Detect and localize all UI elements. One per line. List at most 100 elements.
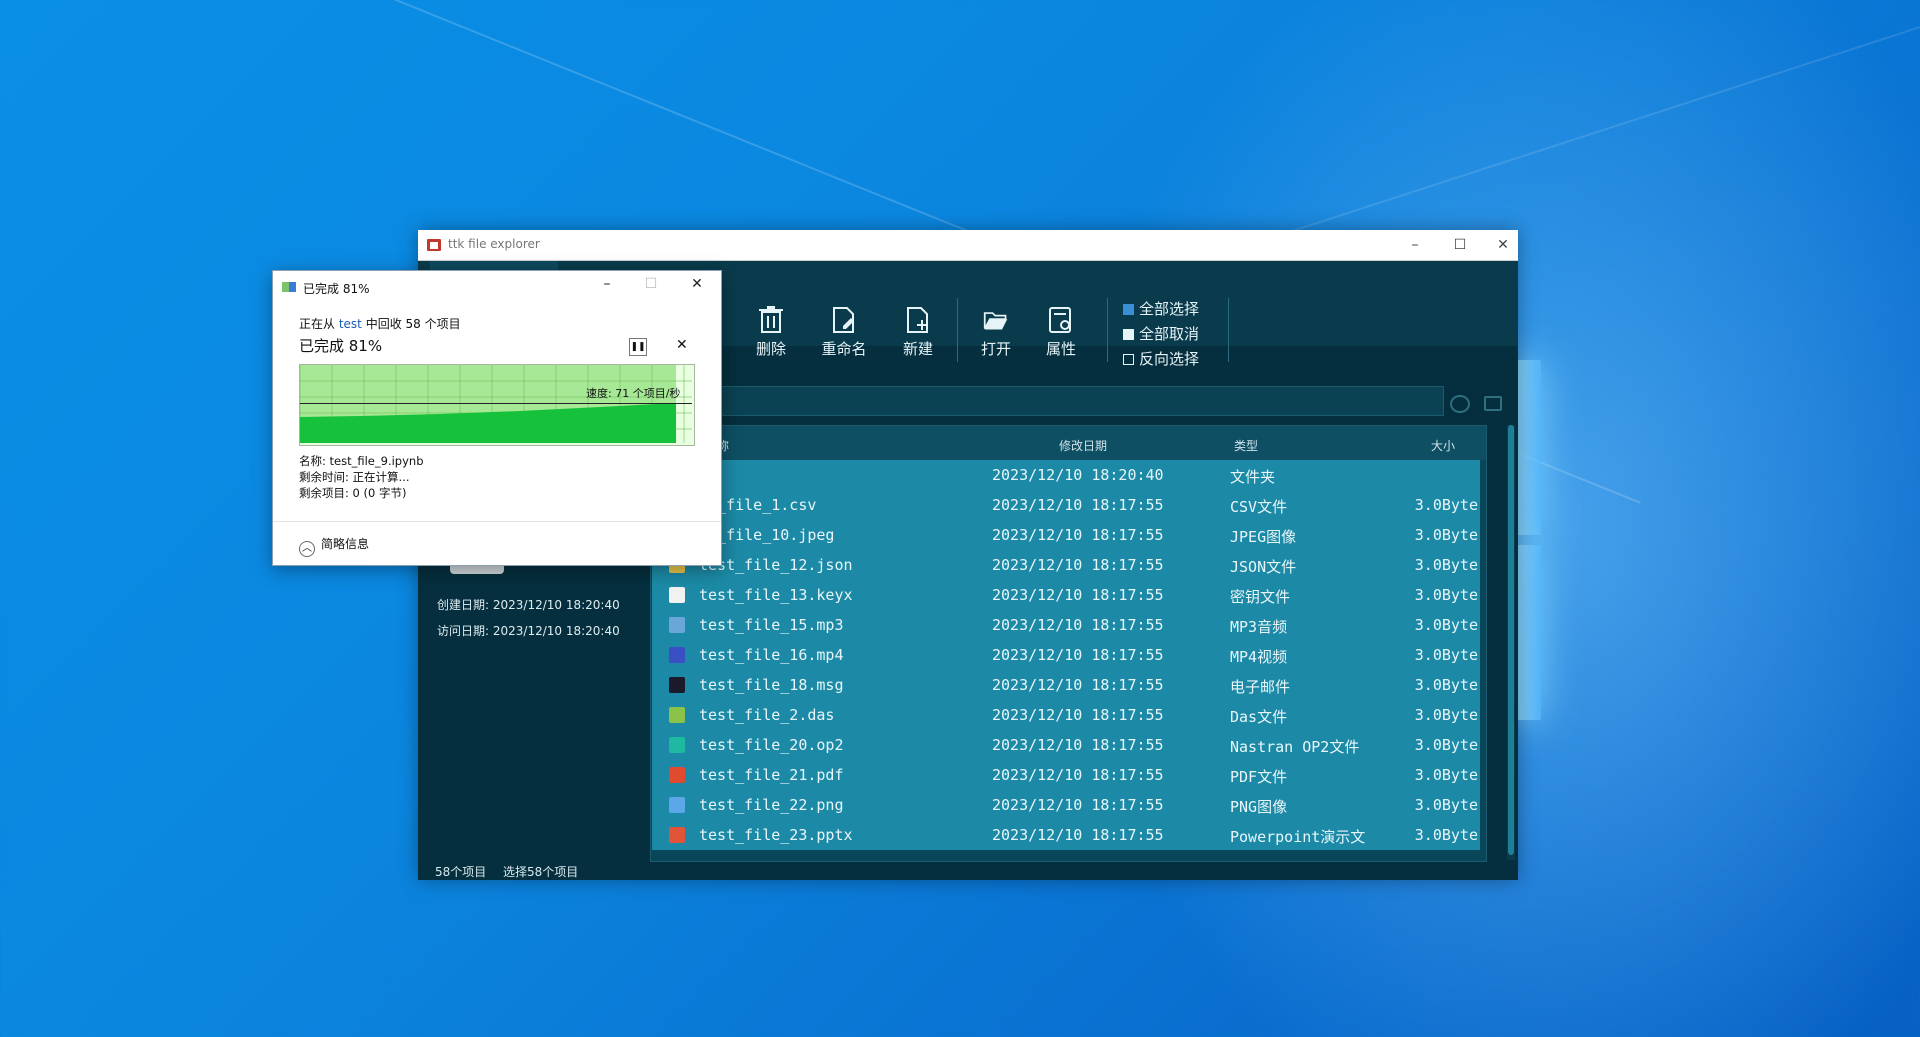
file-type: Nastran OP2文件	[1230, 738, 1360, 756]
column-modified[interactable]: 修改日期	[1059, 437, 1107, 454]
file-type: Powerpoint演示文	[1230, 828, 1366, 846]
table-row[interactable]: test_file_12.json 2023/12/10 18:17:55 JSON…	[652, 550, 1480, 580]
file-name: test_file_15.mp3	[699, 616, 844, 634]
toolbar-divider	[1107, 298, 1108, 362]
file-type: PNG图像	[1230, 798, 1288, 816]
item-count: 58个项目	[435, 865, 487, 879]
less-details-button[interactable]: ︿ 简略信息	[299, 535, 369, 557]
file-modified: 2023/12/10 18:17:55	[992, 796, 1164, 814]
file-modified: 2023/12/10 18:17:55	[992, 526, 1164, 544]
select-all-button[interactable]: 全部选择	[1123, 298, 1199, 318]
file-type: MP4视频	[1230, 648, 1288, 666]
dialog-titlebar[interactable]: 已完成 81% – ☐ ✕	[273, 271, 721, 301]
das-file-icon	[669, 707, 685, 723]
path-input[interactable]	[718, 386, 1444, 416]
app-icon	[427, 239, 441, 251]
items-remaining: 剩余项目: 0 (0 字节)	[299, 486, 407, 500]
table-row[interactable]: test_file_16.mp4 2023/12/10 18:17:55 MP4视频…	[652, 640, 1480, 670]
file-name: test_file_12.json	[699, 556, 853, 574]
pause-button[interactable]: ❚❚	[629, 338, 647, 356]
file-name: test_file_13.keyx	[699, 586, 853, 604]
file-name: test_file_20.op2	[699, 736, 844, 754]
file-name: test_file_22.png	[699, 796, 844, 814]
open-folder-icon	[983, 312, 1008, 330]
file-size: 3.0Byte	[1414, 766, 1478, 784]
file-size: 3.0Byte	[1414, 496, 1478, 514]
speed-label: 速度: 71 个项目/秒	[586, 387, 681, 400]
progress-speed-graph: 速度: 71 个项目/秒	[299, 364, 695, 446]
wallpaper-light-beam	[1200, 0, 1920, 262]
table-row[interactable]: test_file_18.msg 2023/12/10 18:17:55 电子邮件 3…	[652, 670, 1480, 700]
file-size: 3.0Byte	[1414, 586, 1478, 604]
dialog-minimize-button[interactable]: –	[587, 276, 627, 298]
file-size: 3.0Byte	[1414, 676, 1478, 694]
cancel-operation-icon[interactable]: ✕	[676, 337, 688, 353]
column-size[interactable]: 大小	[1431, 437, 1455, 454]
current-file-name: 名称: test_file_9.ipynb	[299, 454, 424, 468]
file-type: MP3音频	[1230, 618, 1288, 636]
rename-button[interactable]: 重命名	[814, 298, 874, 358]
table-row[interactable]: test_file_15.mp3 2023/12/10 18:17:55 MP3音频…	[652, 610, 1480, 640]
toolbar-divider	[1228, 298, 1229, 362]
file-modified: 2023/12/10 18:17:55	[992, 766, 1164, 784]
refresh-icon[interactable]	[1450, 395, 1470, 413]
toolbar-divider	[957, 298, 958, 362]
new-button[interactable]: 新建	[888, 298, 948, 358]
table-row[interactable]: st_file_1.csv 2023/12/10 18:17:55 CSV文件 3.0…	[652, 490, 1480, 520]
open-button[interactable]: 打开	[966, 298, 1026, 358]
minimize-button[interactable]: –	[1398, 234, 1432, 256]
scrollbar-thumb[interactable]	[1508, 425, 1514, 855]
file-type: 电子邮件	[1230, 678, 1291, 696]
file-name: test_file_2.das	[699, 706, 835, 724]
file-modified: 2023/12/10 18:17:55	[992, 556, 1164, 574]
progress-heading: 已完成 81%	[299, 337, 383, 355]
file-modified: 2023/12/10 18:17:55	[992, 496, 1164, 514]
dialog-close-button[interactable]: ✕	[677, 276, 717, 298]
file-size: 3.0Byte	[1414, 616, 1478, 634]
file-modified: 2023/12/10 18:17:55	[992, 616, 1164, 634]
invert-selection-button[interactable]: 反向选择	[1123, 348, 1199, 368]
table-row[interactable]: test_file_23.pptx 2023/12/10 18:17:55 Powe…	[652, 820, 1480, 850]
invert-selection-icon	[1123, 354, 1134, 365]
deselect-all-button[interactable]: 全部取消	[1123, 323, 1199, 343]
table-row[interactable]: test_file_13.keyx 2023/12/10 18:17:55 密钥文件…	[652, 580, 1480, 610]
explorer-titlebar[interactable]: ttk file explorer – ☐ ✕	[418, 230, 1518, 261]
pptx-file-icon	[669, 827, 685, 843]
close-button[interactable]: ✕	[1486, 234, 1520, 256]
properties-label: 属性	[1045, 340, 1076, 358]
file-size: 3.0Byte	[1414, 796, 1478, 814]
folder-browse-icon[interactable]	[1484, 396, 1502, 411]
new-label: 新建	[902, 340, 933, 358]
file-list: 称 修改日期 类型 大小 st2023/12/10 18:20:40文件夹st_…	[650, 425, 1487, 862]
file-type: CSV文件	[1230, 498, 1288, 516]
delete-button[interactable]: 删除	[741, 298, 801, 358]
vertical-scrollbar[interactable]	[1507, 425, 1515, 860]
properties-icon	[1049, 307, 1071, 333]
table-row[interactable]: st2023/12/10 18:20:40文件夹	[652, 460, 1480, 490]
table-row[interactable]: test_file_20.op2 2023/12/10 18:17:55 Nastr…	[652, 730, 1480, 760]
file-size: 3.0Byte	[1414, 706, 1478, 724]
file-size: 3.0Byte	[1414, 526, 1478, 544]
properties-button[interactable]: 属性	[1031, 298, 1091, 358]
video-file-icon	[669, 647, 685, 663]
file-type: Das文件	[1230, 708, 1288, 726]
new-file-icon	[907, 307, 928, 333]
file-modified: 2023/12/10 18:17:55	[992, 736, 1164, 754]
maximize-button[interactable]: ☐	[1443, 234, 1477, 256]
chevron-up-icon: ︿	[299, 541, 315, 557]
dialog-maximize-button: ☐	[644, 276, 658, 292]
deselect-all-icon	[1123, 329, 1134, 340]
selected-count: 选择58个项目	[503, 865, 579, 879]
trash-icon	[759, 306, 783, 333]
png-file-icon	[669, 797, 685, 813]
file-name: test_file_23.pptx	[699, 826, 853, 844]
file-size: 3.0Byte	[1414, 556, 1478, 574]
table-row[interactable]: st_file_10.jpeg 2023/12/10 18:17:55 JPEG图像…	[652, 520, 1480, 550]
rename-label: 重命名	[821, 340, 867, 358]
source-folder-link[interactable]: test	[339, 317, 362, 331]
column-type[interactable]: 类型	[1234, 437, 1258, 454]
table-row[interactable]: test_file_21.pdf 2023/12/10 18:17:55 PDF文件…	[652, 760, 1480, 790]
table-row[interactable]: test_file_22.png 2023/12/10 18:17:55 PNG图像…	[652, 790, 1480, 820]
table-row[interactable]: test_file_2.das 2023/12/10 18:17:55 Das文件 3…	[652, 700, 1480, 730]
edit-file-icon	[833, 307, 854, 333]
